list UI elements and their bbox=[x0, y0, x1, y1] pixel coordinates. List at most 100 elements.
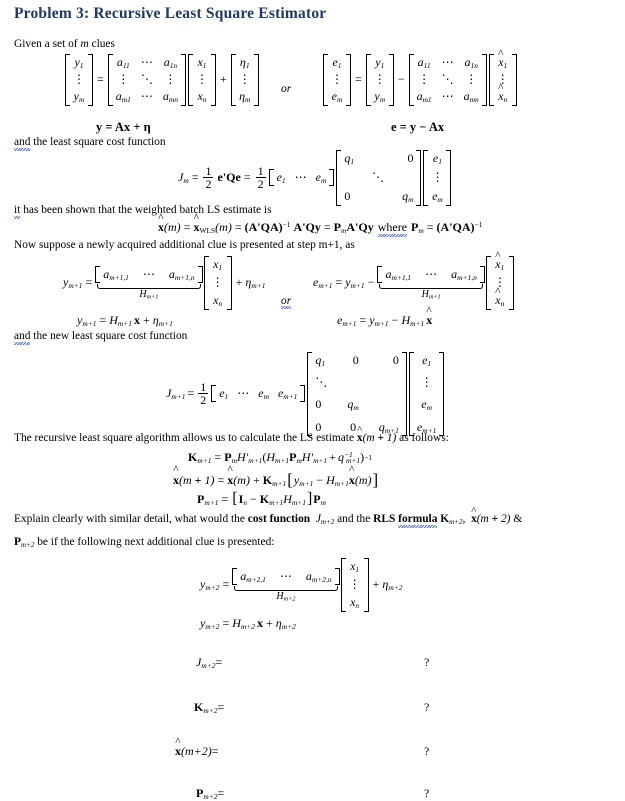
Jm1-symbol: Jm+1 bbox=[166, 386, 186, 402]
eta-mp2: ηm+2 bbox=[382, 577, 403, 593]
Pm-AQy: PmA'Qy bbox=[333, 220, 374, 236]
e-mp1-symbol: em+1 bbox=[313, 275, 333, 291]
Pm2-equals: = bbox=[217, 786, 225, 800]
minus-sign: − bbox=[397, 72, 405, 87]
explain-b: and the bbox=[334, 513, 374, 525]
eta-mp1: ηm+1 bbox=[245, 275, 266, 291]
matrix-A: a11 ⋯ a1n ⋮ ⋱ ⋮ am1 ⋯ amn bbox=[107, 54, 186, 106]
answer-row-label-covariance: Pm+2 = bbox=[196, 786, 224, 801]
paragraph-cost-function-intro: and the least square cost function bbox=[14, 136, 166, 152]
cost-fn-intro-text: the least square cost function bbox=[30, 136, 166, 148]
paragraph-explain-line2: Pm+2 be if the following next additional… bbox=[14, 536, 274, 549]
equation-measurement-model-matrix: y1 ⋮ ym = a11 ⋯ a1n ⋮ ⋱ ⋮ am1 ⋯ amn x1 ⋮… bbox=[64, 54, 260, 106]
H-mp2-label: Hm+2 bbox=[276, 590, 296, 603]
answer-row-label-estimate: x(m+2) = bbox=[175, 744, 219, 759]
fraction-one-half-a: 1 2 bbox=[203, 164, 214, 192]
explain-rls-bold: RLS bbox=[373, 513, 399, 525]
answer-value-estimate[interactable]: ? bbox=[424, 744, 429, 759]
column-vector-e-extended: e1 ⋮ em em+1 bbox=[408, 352, 445, 436]
new-cost-fn-text: the new least square cost function bbox=[30, 330, 188, 342]
matrix-Q-extended-diagonal: q1 0 0 ⋱ 0 qm 0 0 qm+1 bbox=[307, 352, 407, 436]
vector-x: x1 ⋮ xn bbox=[187, 54, 216, 106]
answer-value-covariance[interactable]: ? bbox=[424, 786, 429, 801]
explain-formula-bold: formula bbox=[398, 513, 438, 529]
Jm2-label: Jm+2 bbox=[196, 655, 216, 671]
Km2-equals: = bbox=[217, 700, 225, 714]
equation-gain-Km1: Km+1 = Pm H'm+1 ( Hm+1 Pm H'm+1 + q−1m+1… bbox=[188, 450, 373, 466]
vector-x-mp1: x1 ⋮ xn bbox=[203, 256, 232, 310]
paragraph-new-cost-function-intro: and the new least square cost function bbox=[14, 330, 188, 346]
equals-sign: = bbox=[97, 72, 104, 87]
equation-new-measurement-mp2: ym+2 = am+2,1 ⋯ am+2,n Hm+2 x1 ⋮ xn + ηm… bbox=[200, 558, 403, 612]
document-page: Problem 3: Recursive Least Square Estima… bbox=[0, 0, 625, 800]
vector-y-2: y1 ⋮ ym bbox=[365, 54, 394, 106]
or-separator-top: or bbox=[281, 83, 292, 95]
Jm-symbol: Jm bbox=[178, 170, 189, 186]
rls-intro-b: as follows: bbox=[396, 432, 449, 444]
equation-new-residual-mp1: em+1 = ym+1 − am+1,1 ⋯ am+1,n Hm+1 ^ x1 … bbox=[313, 256, 515, 310]
equation-residual-model-matrix: e1 ⋮ em = y1 ⋮ ym − a11 ⋯ a1n ⋮ ⋱ ⋮ am1 … bbox=[322, 54, 518, 106]
answer-value-gain[interactable]: ? bbox=[424, 700, 429, 715]
spellcheck-and-1: and bbox=[14, 136, 31, 152]
answer-row-label-gain: Km+2 = bbox=[194, 700, 224, 715]
paragraph-given-clues: Given a set of m clues bbox=[14, 38, 115, 51]
xhat-m2-label: x(m+2) bbox=[175, 744, 212, 759]
vector-e: e1 ⋮ em bbox=[323, 54, 351, 106]
plus-sign: + bbox=[219, 72, 227, 87]
vector-eta: η1 ⋮ ηm bbox=[230, 54, 259, 106]
equation-new-measurement-mp1: ym+1 = am+1,1 ⋯ am+1,n Hm+1 x1 ⋮ xn + ηm… bbox=[63, 256, 266, 310]
page-title: Problem 3: Recursive Least Square Estima… bbox=[14, 5, 327, 22]
Pm2-inline: Pm+2 bbox=[14, 536, 35, 549]
vector-xhat: x1 ⋮ xn bbox=[488, 54, 517, 106]
answer-row-label-cost-function: Jm+2 = bbox=[196, 655, 222, 670]
Pm2-label: Pm+2 bbox=[196, 786, 218, 801]
row-vector-e-extended: e1 ⋯ em em+1 bbox=[211, 385, 306, 403]
equation-y-eq-Ax-plus-eta: y = Ax + η bbox=[96, 120, 151, 134]
Pm-symbol: Pm bbox=[411, 220, 424, 236]
batch-ls-text: has been shown that the weighted batch L… bbox=[20, 204, 272, 216]
given-tail: clues bbox=[88, 38, 115, 50]
vector-y: y1 ⋮ ym bbox=[65, 54, 93, 106]
given-m-symbol: m bbox=[80, 38, 89, 50]
row-vector-e: e1 ⋯ em bbox=[268, 169, 335, 187]
matrix-A-2: a11 ⋯ a1n ⋮ ⋱ ⋮ am1 ⋯ amn bbox=[408, 54, 487, 106]
AQy-1: A'Qy bbox=[293, 220, 321, 234]
underbrace-H-mp1: am+1,1 ⋯ am+1,n Hm+1 bbox=[95, 265, 203, 300]
y-mp1-symbol: ym+1 bbox=[63, 275, 83, 291]
Km2-inline: Km+2 bbox=[440, 513, 463, 526]
equation-cost-function-Jm1: Jm+1 = 1 2 e1 ⋯ em em+1 q1 0 0 ⋱ 0 qm 0 … bbox=[166, 352, 445, 436]
H-mp1-label-b: Hm+1 bbox=[421, 288, 441, 301]
equation-covariance-update-mp1: Pm+1 = [ In − Km+1 Hm+1 ] Pm bbox=[197, 490, 327, 507]
spellcheck-where: where bbox=[377, 220, 408, 237]
paragraph-explain-line1: Explain clearly with similar detail, wha… bbox=[14, 513, 522, 529]
matrix-Q-diagonal: q1 0 ⋱ 0 qm bbox=[336, 150, 422, 206]
answer-value-cost-function[interactable]: ? bbox=[424, 655, 429, 670]
xhat-m2-inline: x(m + 2) bbox=[471, 513, 510, 525]
Jm2-inline: Jm+2 bbox=[315, 513, 335, 526]
paragraph-batch-ls-intro: it has been shown that the weighted batc… bbox=[14, 204, 272, 220]
column-vector-e: e1 ⋮ em bbox=[423, 150, 452, 206]
xhat-m2-equals: = bbox=[211, 744, 219, 758]
equation-batch-wls-estimate: x(m) = xWLS(m) = (A'QA)−1 A'Qy = PmA'Qy … bbox=[158, 220, 483, 237]
inverse-AQA-2: (A'QA)−1 bbox=[436, 220, 483, 234]
explain-cost-function-bold: cost function bbox=[247, 513, 311, 525]
vector-x-mp2: x1 ⋮ xn bbox=[340, 558, 369, 612]
equation-state-update-mp1: x(m + 1) = x(m) + Km+1 [ ym+1 − Hm+1 x(m… bbox=[173, 470, 379, 490]
equation-cost-function-Jm: Jm = 1 2 e'Qe = 1 2 e1 ⋯ em q1 0 ⋱ 0 qm … bbox=[178, 150, 452, 206]
equation-em1-compact: em+1 = ym+1 − Hm+1 x bbox=[337, 313, 432, 328]
equals-sign-2: = bbox=[355, 72, 362, 87]
given-text: Given a set of bbox=[14, 38, 81, 50]
spellcheck-it: it bbox=[14, 204, 21, 220]
underbrace-H-mp1-b: am+1,1 ⋯ am+1,n Hm+1 bbox=[377, 265, 485, 301]
y-mp1-symbol-2: ym+1 bbox=[345, 275, 365, 291]
or-separator-middle: or bbox=[281, 295, 292, 309]
xhat-mp1-inline: x(m + 1) bbox=[357, 432, 396, 444]
fraction-one-half-c: 1 2 bbox=[198, 380, 209, 408]
fraction-one-half-b: 1 2 bbox=[255, 164, 266, 192]
rls-intro-a: The recursive least square algorithm all… bbox=[14, 432, 357, 444]
explain-tail: be if the following next additional clue… bbox=[34, 536, 275, 548]
spellcheck-and-2: and bbox=[14, 330, 31, 346]
inverse-AQA-1: (A'QA)−1 bbox=[244, 220, 291, 234]
eQe-term: e'Qe bbox=[217, 170, 241, 185]
equation-ym1-compact: ym+1 = Hm+1 x + ηm+1 bbox=[77, 313, 173, 329]
